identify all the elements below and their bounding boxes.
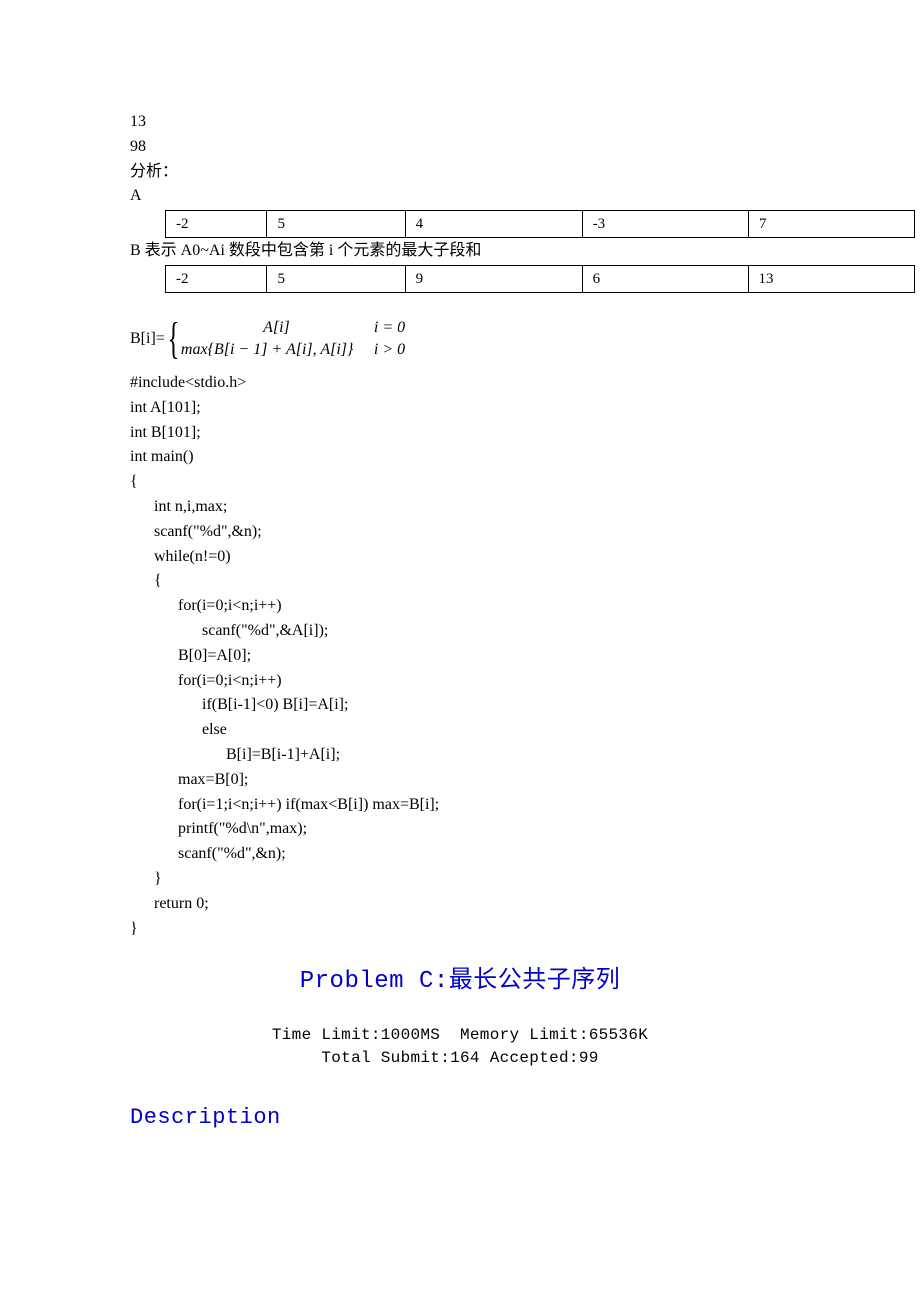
code-line: scanf("%d",&A[i]); [130, 622, 328, 639]
left-brace-icon: { [168, 317, 180, 361]
table-cell: 5 [267, 265, 405, 292]
code-line: for(i=0;i<n;i++) [130, 672, 282, 689]
output-line-1: 13 [130, 110, 790, 135]
recurrence-formula: B[i]= { A[i] i = 0 max{B[i − 1] + A[i], … [130, 317, 790, 361]
code-line: scanf("%d",&n); [130, 845, 286, 862]
table-cell: -3 [582, 211, 748, 238]
code-line: { [130, 473, 138, 490]
table-cell: -2 [166, 211, 267, 238]
code-line: scanf("%d",&n); [130, 523, 262, 540]
code-line: } [130, 870, 162, 887]
table-cell: 6 [582, 265, 748, 292]
code-line: else [130, 721, 227, 738]
table-cell: 9 [405, 265, 582, 292]
table-b: -2 5 9 6 13 [165, 265, 915, 293]
code-line: int n,i,max; [130, 498, 227, 515]
code-line: if(B[i-1]<0) B[i]=A[i]; [130, 696, 348, 713]
formula-case2-cond: i > 0 [374, 339, 434, 361]
code-line: int A[101]; [130, 399, 201, 416]
formula-case1-cond: i = 0 [374, 317, 434, 339]
table-a: -2 5 4 -3 7 [165, 210, 915, 238]
table-cell: 7 [749, 211, 915, 238]
code-line: } [130, 920, 138, 937]
array-a-label: A [130, 184, 790, 209]
formula-case2-expr: max{B[i − 1] + A[i], A[i]} [179, 339, 374, 361]
code-line: B[i]=B[i-1]+A[i]; [130, 746, 340, 763]
table-row: -2 5 4 -3 7 [166, 211, 915, 238]
code-line: while(n!=0) [130, 548, 231, 565]
document-page: 13 98 分析： A -2 5 4 -3 7 B 表示 A0~Ai 数段中包含… [0, 0, 920, 1302]
source-code: #include<stdio.h> int A[101]; int B[101]… [130, 371, 790, 941]
time-limit: Time Limit:1000MS [272, 1026, 440, 1044]
formula-case1-expr: A[i] [179, 317, 374, 339]
table-cell: 5 [267, 211, 405, 238]
code-line: return 0; [130, 895, 209, 912]
table-row: -2 5 9 6 13 [166, 265, 915, 292]
code-line: B[0]=A[0]; [130, 647, 251, 664]
table-cell: 13 [748, 265, 915, 292]
formula-lhs: B[i]= [130, 326, 165, 352]
table-cell: -2 [166, 265, 267, 292]
submit-accepted: Total Submit:164 Accepted:99 [321, 1049, 598, 1067]
code-line: { [130, 572, 162, 589]
description-heading: Description [130, 1100, 790, 1135]
formula-cases: A[i] i = 0 max{B[i − 1] + A[i], A[i]} i … [179, 317, 434, 360]
code-line: #include<stdio.h> [130, 374, 246, 391]
array-b-label: B 表示 A0~Ai 数段中包含第 i 个元素的最大子段和 [130, 239, 790, 264]
code-line: int B[101]; [130, 424, 201, 441]
table-cell: 4 [405, 211, 582, 238]
code-line: for(i=1;i<n;i++) if(max<B[i]) max=B[i]; [130, 796, 439, 813]
code-line: int main() [130, 448, 194, 465]
problem-title: Problem C:最长公共子序列 [130, 963, 790, 1001]
code-line: for(i=0;i<n;i++) [130, 597, 282, 614]
problem-meta: Time Limit:1000MS Memory Limit:65536K To… [130, 1024, 790, 1070]
code-line: max=B[0]; [130, 771, 248, 788]
code-line: printf("%d\n",max); [130, 820, 307, 837]
memory-limit: Memory Limit:65536K [460, 1026, 648, 1044]
analysis-label: 分析： [130, 160, 790, 185]
output-line-2: 98 [130, 135, 790, 160]
